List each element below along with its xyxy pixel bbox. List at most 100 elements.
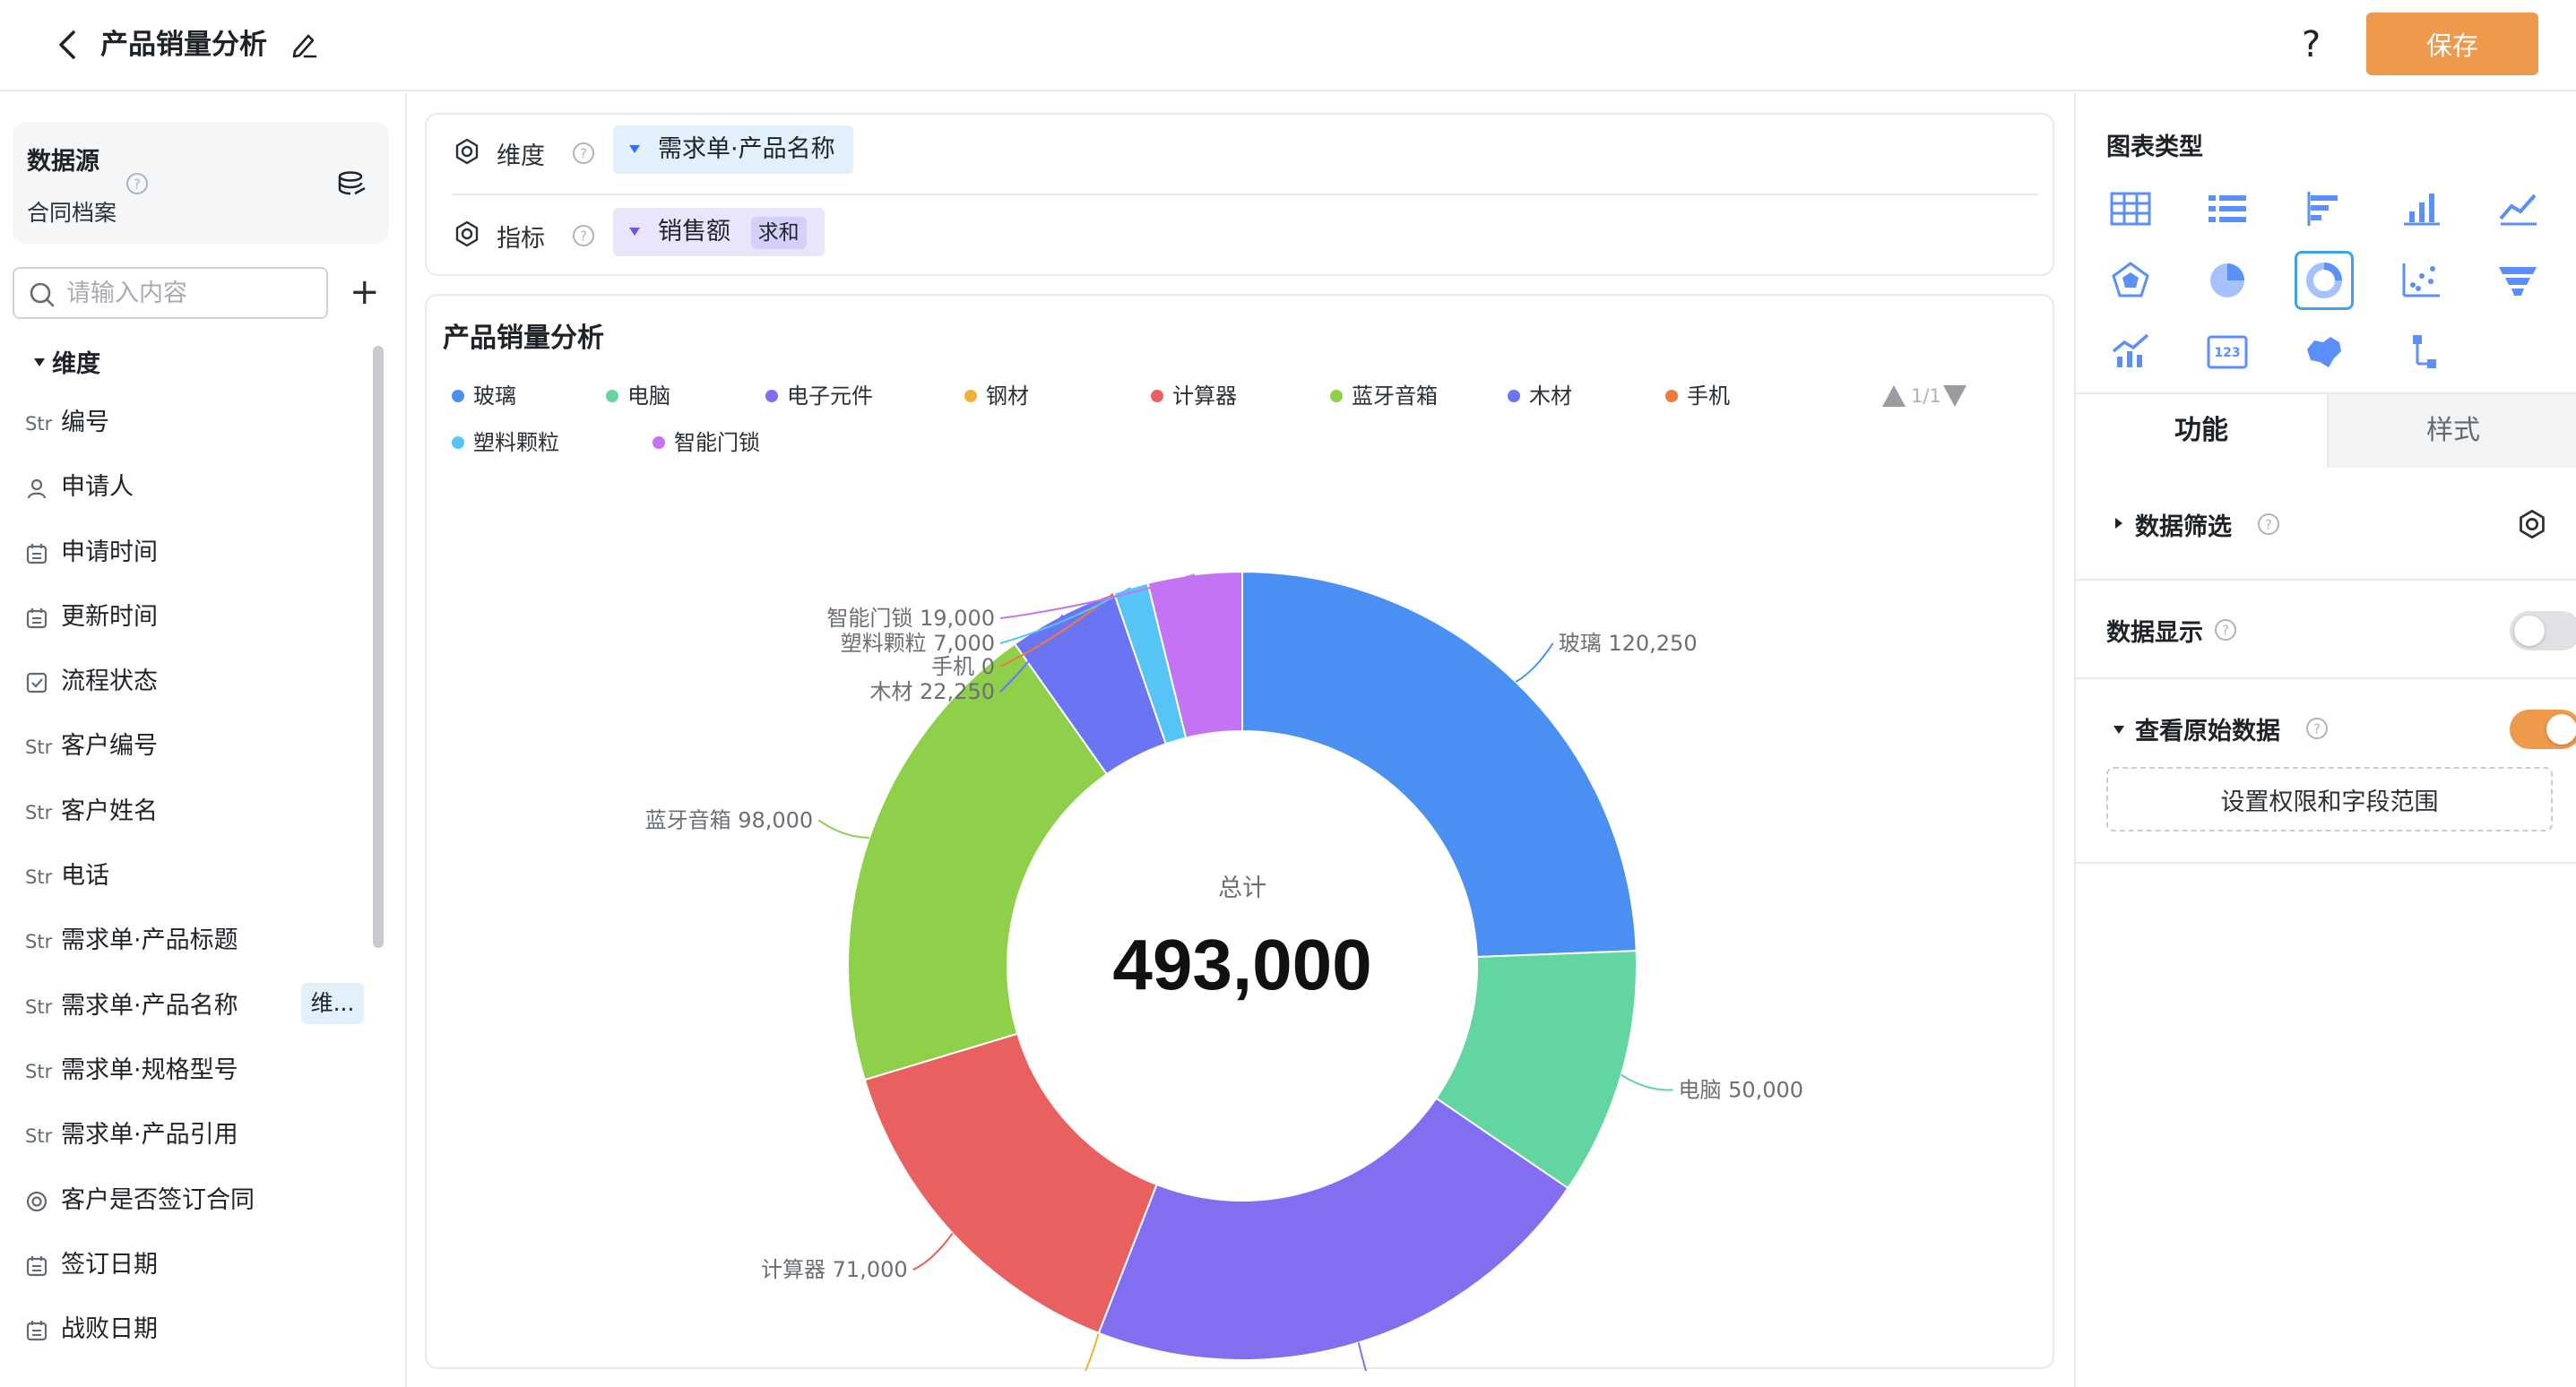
legend-next-icon[interactable] bbox=[1943, 385, 1967, 407]
measure-pill[interactable]: 销售额 求和 bbox=[613, 208, 825, 256]
gear-icon[interactable] bbox=[454, 220, 480, 247]
field-item[interactable]: Str 电话 bbox=[25, 844, 375, 909]
legend-item[interactable]: 木材 bbox=[1508, 382, 1572, 410]
calendar-icon bbox=[25, 1254, 48, 1278]
field-list: Str 编号 申请人 申请时间 更新时间 流程状态 Str 客户编号 Str 客户姓名 Str 电话 S… bbox=[25, 391, 375, 1362]
expand-caret-icon[interactable] bbox=[2115, 518, 2122, 529]
legend-item[interactable]: 电子元件 bbox=[765, 382, 873, 410]
aggregation-badge: 求和 bbox=[750, 217, 807, 249]
edit-pencil-icon[interactable] bbox=[289, 29, 319, 61]
legend-item[interactable]: 计算器 bbox=[1151, 382, 1237, 410]
legend-swatch bbox=[606, 390, 618, 402]
calendar-icon bbox=[25, 1319, 48, 1342]
slice-leader-line bbox=[1084, 1332, 1100, 1371]
field-item[interactable]: Str 需求单·产品标题 bbox=[25, 909, 375, 973]
dimension-heading[interactable]: 维度 bbox=[52, 344, 100, 379]
chart-type-table[interactable] bbox=[2101, 179, 2160, 238]
help-circle-icon[interactable]: ? bbox=[2214, 618, 2237, 642]
chart-type-tree[interactable] bbox=[2391, 323, 2451, 382]
field-item[interactable]: 签订日期 bbox=[25, 1233, 375, 1297]
chart-type-combo[interactable] bbox=[2101, 323, 2160, 382]
legend-item[interactable]: 智能门锁 bbox=[653, 428, 760, 457]
legend-swatch bbox=[452, 390, 464, 402]
help-circle-icon[interactable]: ? bbox=[2257, 513, 2280, 536]
search-input[interactable] bbox=[66, 276, 317, 310]
tab-style[interactable]: 样式 bbox=[2327, 394, 2576, 468]
tab-function[interactable]: 功能 bbox=[2076, 394, 2327, 468]
string-type-icon: Str bbox=[25, 801, 53, 823]
permission-range-button[interactable]: 设置权限和字段范围 bbox=[2106, 767, 2553, 831]
collapse-caret-icon[interactable] bbox=[34, 358, 45, 366]
legend-prev-icon[interactable] bbox=[1882, 385, 1906, 407]
add-field-button[interactable]: + bbox=[350, 272, 382, 312]
datasource-card[interactable]: 数据源 ? 合同档案 bbox=[13, 122, 389, 244]
legend-item[interactable]: 玻璃 bbox=[452, 382, 516, 410]
save-button[interactable]: 保存 bbox=[2366, 13, 2538, 75]
back-arrow-icon[interactable] bbox=[50, 25, 86, 65]
chart-type-bar-vertical[interactable] bbox=[2391, 179, 2451, 238]
legend-swatch bbox=[1151, 390, 1163, 402]
field-label: 更新时间 bbox=[61, 602, 158, 631]
field-label: 战败日期 bbox=[61, 1315, 158, 1344]
chart-type-bar-horizontal[interactable] bbox=[2295, 179, 2354, 238]
donut-slice[interactable] bbox=[863, 1032, 1158, 1335]
svg-text:?: ? bbox=[580, 228, 587, 245]
data-filter-row[interactable]: 数据筛选 ? bbox=[2106, 502, 2554, 547]
field-item[interactable]: 战败日期 bbox=[25, 1297, 375, 1362]
help-circle-icon[interactable]: ? bbox=[2305, 717, 2329, 740]
donut-slice[interactable] bbox=[1241, 570, 1638, 959]
chart-type-scatter[interactable] bbox=[2391, 251, 2451, 310]
data-display-toggle[interactable] bbox=[2510, 611, 2576, 650]
gear-icon[interactable] bbox=[2517, 509, 2547, 539]
chart-type-list[interactable] bbox=[2198, 179, 2257, 238]
chart-type-donut[interactable] bbox=[2295, 251, 2354, 310]
chart-type-radar[interactable] bbox=[2101, 251, 2160, 310]
help-circle-icon[interactable]: ? bbox=[572, 142, 595, 165]
slice-data-label: 蓝牙音箱 98,000 bbox=[645, 807, 814, 832]
field-item[interactable]: 申请人 bbox=[25, 455, 375, 520]
field-item[interactable]: Str 客户编号 bbox=[25, 714, 375, 779]
chart-type-number-card[interactable]: 123 bbox=[2198, 323, 2257, 382]
help-circle-icon[interactable]: ? bbox=[125, 172, 149, 195]
field-item[interactable]: 申请时间 bbox=[25, 521, 375, 585]
chart-type-pie[interactable] bbox=[2198, 251, 2257, 310]
help-icon[interactable]: ? bbox=[2302, 22, 2321, 68]
svg-text:?: ? bbox=[2265, 517, 2272, 533]
toggle-knob bbox=[2546, 714, 2576, 745]
field-item[interactable]: Str 需求单·规格型号 bbox=[25, 1038, 375, 1103]
calendar-icon bbox=[25, 542, 48, 565]
legend-item[interactable]: 蓝牙音箱 bbox=[1330, 382, 1438, 410]
number-card-icon: 123 bbox=[2207, 335, 2248, 369]
legend-label: 电脑 bbox=[627, 383, 670, 409]
legend-item[interactable]: 电脑 bbox=[606, 382, 670, 410]
view-raw-toggle[interactable] bbox=[2510, 710, 2576, 749]
field-item[interactable]: Str 客户姓名 bbox=[25, 780, 375, 844]
collapse-caret-icon[interactable] bbox=[2114, 726, 2124, 734]
field-search[interactable] bbox=[13, 267, 328, 319]
legend-item[interactable]: 手机 bbox=[1665, 382, 1730, 410]
chart-type-funnel[interactable] bbox=[2488, 251, 2547, 310]
legend-item[interactable]: 塑料颗粒 bbox=[452, 428, 559, 457]
gear-icon[interactable] bbox=[454, 138, 480, 165]
string-type-icon: Str bbox=[25, 866, 53, 889]
view-raw-row[interactable]: 查看原始数据 ? bbox=[2106, 706, 2576, 751]
field-item[interactable]: Str 需求单·产品引用 bbox=[25, 1103, 375, 1167]
legend-swatch bbox=[765, 390, 778, 402]
measure-row: 指标 ? 销售额 求和 bbox=[454, 208, 2031, 262]
datasource-title: 数据源 bbox=[27, 148, 99, 176]
database-switch-icon[interactable] bbox=[337, 170, 367, 197]
table-icon bbox=[2110, 192, 2151, 226]
help-circle-icon[interactable]: ? bbox=[572, 224, 595, 247]
chart-type-map[interactable] bbox=[2295, 323, 2354, 382]
slice-data-label: 电脑 50,000 bbox=[1678, 1077, 1803, 1102]
field-item[interactable]: Str 编号 bbox=[25, 391, 375, 455]
field-item[interactable]: Str 需求单·产品名称 维... bbox=[25, 974, 375, 1038]
panel-divider bbox=[2076, 862, 2576, 864]
field-item[interactable]: 客户是否签订合同 bbox=[25, 1168, 375, 1233]
bar-horizontal-icon bbox=[2307, 192, 2338, 226]
field-item[interactable]: 流程状态 bbox=[25, 650, 375, 714]
legend-item[interactable]: 钢材 bbox=[964, 382, 1029, 410]
field-item[interactable]: 更新时间 bbox=[25, 585, 375, 650]
dimension-pill[interactable]: 需求单·产品名称 bbox=[613, 125, 853, 174]
chart-type-line[interactable] bbox=[2488, 179, 2547, 238]
